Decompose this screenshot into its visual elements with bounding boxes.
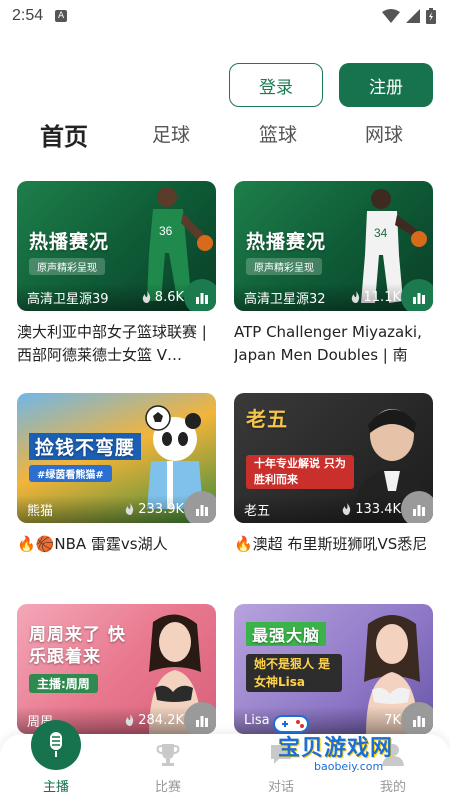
watermark-text: 宝贝游戏网 <box>278 736 394 761</box>
stats-button[interactable] <box>184 279 216 311</box>
wifi-icon <box>382 9 400 23</box>
site-watermark: 宝贝游戏网 baobeiy.com <box>270 715 420 778</box>
stream-card[interactable]: 36 热播赛况 原声精彩呈现 高清卫星源39 8.6K 澳大利亚中部女子篮球联赛… <box>17 181 216 367</box>
view-count: 11.1K <box>351 290 401 305</box>
tab-basketball[interactable]: 篮球 <box>259 120 297 147</box>
notification-badge: A <box>55 10 68 22</box>
nav-label: 主播 <box>42 780 69 795</box>
flame-icon <box>343 503 351 515</box>
stream-caption[interactable]: 澳大利亚中部女子篮球联赛 | 西部阿德莱德士女篮 V… <box>17 321 216 367</box>
thumb-subtitle: 十年专业解说 只为胜利而来 <box>246 455 354 489</box>
bar-chart-icon <box>196 293 208 304</box>
bar-chart-icon <box>413 293 425 304</box>
view-count: 8.6K <box>142 290 184 305</box>
stream-card[interactable]: 最强大脑 她不是狠人 是女神Lisa Lisa 7K <box>234 604 433 734</box>
stream-source: 高清卫星源39 <box>27 291 109 307</box>
svg-text:34: 34 <box>374 226 388 240</box>
stream-thumbnail[interactable]: 周周来了 快乐跟着来 主播:周周 周周 284.2K <box>17 604 216 734</box>
stream-thumbnail[interactable]: 老五 十年专业解说 只为胜利而来 老五 133.4K <box>234 393 433 523</box>
nav-label: 对话 <box>267 780 294 795</box>
nav-item-matches[interactable]: 比赛 <box>128 734 208 800</box>
bar-chart-icon <box>196 505 208 516</box>
stats-button[interactable] <box>184 702 216 734</box>
stats-button[interactable] <box>401 491 433 523</box>
view-count-value: 133.4K <box>355 501 401 517</box>
nav-label: 比赛 <box>154 780 181 795</box>
bar-chart-icon <box>413 716 425 727</box>
view-count-value: 8.6K <box>154 289 184 305</box>
stream-caption[interactable]: 🔥🏀NBA 雷霆vs湖人 <box>17 533 216 579</box>
thumb-subtitle: 她不是狠人 是女神Lisa <box>246 654 342 692</box>
stream-thumbnail[interactable]: 34 热播赛况 原声精彩呈现 高清卫星源32 11.1K <box>234 181 433 311</box>
tab-home[interactable]: 首页 <box>40 117 88 152</box>
login-button[interactable]: 登录 <box>229 63 323 107</box>
view-count-value: 233.9K <box>138 501 184 517</box>
tab-tennis[interactable]: 网球 <box>365 120 403 147</box>
view-count: 233.9K <box>125 502 184 517</box>
stream-thumbnail[interactable]: 最强大脑 她不是狠人 是女神Lisa Lisa 7K <box>234 604 433 734</box>
thumb-subtitle: 原声精彩呈现 <box>29 258 105 275</box>
thumb-title: 老五 <box>246 407 288 431</box>
view-count: 133.4K <box>342 502 401 517</box>
category-tabs: 首页 足球 篮球 网球 <box>0 120 450 160</box>
soccer-ball-icon <box>145 405 171 431</box>
view-count-value: 11.1K <box>363 289 401 305</box>
status-time: 2:54 <box>12 7 44 24</box>
stream-card[interactable]: 周周来了 快乐跟着来 主播:周周 周周 284.2K <box>17 604 216 734</box>
view-count-value: 7K <box>384 712 401 728</box>
nav-label: 我的 <box>379 780 406 795</box>
flame-icon <box>126 503 134 515</box>
thumb-title: 热播赛况 <box>246 231 327 253</box>
nav-icon-bg <box>31 720 81 770</box>
auth-buttons: 登录 注册 <box>229 63 433 107</box>
thumb-subtitle: 主播:周周 <box>29 674 98 693</box>
stream-thumbnail[interactable]: 36 热播赛况 原声精彩呈现 高清卫星源39 8.6K <box>17 181 216 311</box>
thumb-title: 热播赛况 <box>29 231 110 253</box>
stream-source: 熊猫 <box>27 503 54 519</box>
view-count: 7K <box>384 713 401 728</box>
view-count-value: 284.2K <box>138 712 184 728</box>
stream-source: 高清卫星源32 <box>244 291 326 307</box>
register-button[interactable]: 注册 <box>339 63 433 107</box>
flame-icon <box>351 291 359 303</box>
stream-card[interactable]: 老五 十年专业解说 只为胜利而来 老五 133.4K 🔥澳超 布里斯班狮吼VS悉… <box>234 393 433 579</box>
trophy-icon <box>156 744 180 766</box>
status-bar: 2:54 A <box>0 0 450 32</box>
battery-icon <box>426 8 436 24</box>
tab-football[interactable]: 足球 <box>152 120 190 147</box>
stream-caption[interactable]: ATP Challenger Miyazaki, Japan Men Doubl… <box>234 321 433 367</box>
flame-icon <box>126 714 134 726</box>
bar-chart-icon <box>413 505 425 516</box>
nav-item-streamers[interactable]: 主播 <box>16 720 96 800</box>
stream-source: 老五 <box>244 503 271 519</box>
stream-card[interactable]: 34 热播赛况 原声精彩呈现 高清卫星源32 11.1K ATP Challen… <box>234 181 433 367</box>
signal-icon <box>406 9 420 23</box>
stream-thumbnail[interactable]: 捡钱不弯腰 #绿茵看熊猫# 熊猫 233.9K <box>17 393 216 523</box>
watermark-url: baobeiy.com <box>314 760 384 773</box>
thumb-subtitle: 原声精彩呈现 <box>246 258 322 275</box>
thumb-title: 最强大脑 <box>246 622 327 646</box>
svg-text:36: 36 <box>159 224 173 238</box>
flame-icon <box>142 291 150 303</box>
thumb-subtitle: #绿茵看熊猫# <box>29 465 112 482</box>
stats-button[interactable] <box>401 279 433 311</box>
status-icons <box>382 8 436 24</box>
stream-card[interactable]: 捡钱不弯腰 #绿茵看熊猫# 熊猫 233.9K 🔥🏀NBA 雷霆vs湖人 <box>17 393 216 579</box>
bar-chart-icon <box>196 716 208 727</box>
thumb-title: 捡钱不弯腰 <box>29 433 142 460</box>
thumb-title: 周周来了 快乐跟着来 <box>29 625 126 667</box>
microphone-icon <box>50 732 62 757</box>
stats-button[interactable] <box>184 491 216 523</box>
view-count: 284.2K <box>125 713 184 728</box>
stream-caption[interactable]: 🔥澳超 布里斯班狮吼VS悉尼 <box>234 533 433 579</box>
